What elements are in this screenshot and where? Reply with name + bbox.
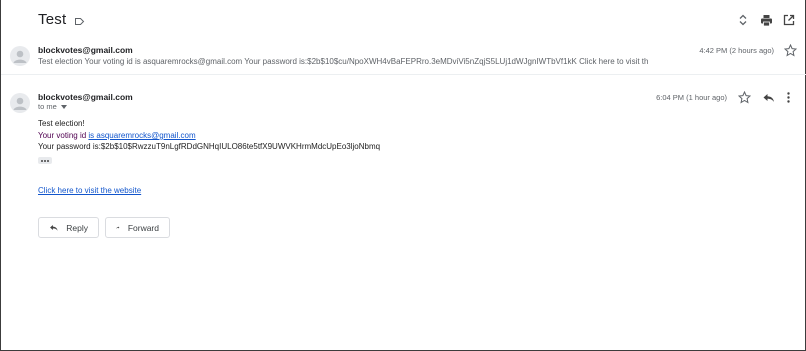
voting-id-label: Your voting id (38, 131, 89, 140)
subject-row: Test (38, 11, 85, 28)
sender-name: blockvotes@gmail.com (38, 45, 133, 55)
open-in-new-window-icon[interactable] (781, 12, 797, 28)
reply-icon (50, 225, 58, 231)
forward-label: Forward (127, 222, 159, 233)
more-options-icon[interactable] (782, 91, 795, 104)
body-line-voting-id: Your voting id is asquaremrocks@gmail.co… (38, 131, 196, 140)
reply-icon[interactable] (762, 91, 775, 104)
show-trimmed-content-button[interactable] (38, 157, 52, 164)
chevron-down-icon[interactable] (60, 104, 67, 109)
reply-label: Reply (66, 222, 88, 233)
star-icon[interactable] (783, 43, 798, 57)
dot (41, 159, 43, 162)
message-snippet: Test election Your voting id is asquarem… (38, 57, 648, 66)
message-time: 6:04 PM (1 hour ago) (656, 93, 727, 102)
forward-button[interactable]: Forward (105, 217, 170, 238)
recipient-label: to me (38, 102, 57, 111)
dot (47, 159, 49, 162)
body-line-password: Your password is:$2b$10$RwzzuT9nLgfRDdGN… (38, 142, 381, 151)
print-icon[interactable] (758, 12, 774, 28)
email-viewer: Test blockvotes@gmail.com Test election … (0, 0, 806, 351)
avatar (10, 46, 30, 66)
body-line-link: Click here to visit the website (38, 186, 141, 195)
message-time: 4:42 PM (2 hours ago) (699, 46, 774, 55)
voting-id-email-link[interactable]: is asquaremrocks@gmail.com (88, 131, 195, 140)
recipient-details[interactable]: to me (38, 102, 67, 111)
reply-button[interactable]: Reply (38, 217, 99, 238)
collapsed-message[interactable]: blockvotes@gmail.com Test election Your … (1, 38, 806, 75)
sender-name: blockvotes@gmail.com (38, 92, 133, 102)
expand-collapse-icon[interactable] (735, 12, 751, 28)
email-subject: Test (38, 11, 67, 28)
star-icon[interactable] (737, 90, 752, 104)
visit-website-link[interactable]: Click here to visit the website (38, 186, 141, 195)
label-tag-icon[interactable] (74, 14, 85, 25)
dot (44, 159, 46, 162)
thread-toolbar (735, 12, 797, 28)
forward-icon (116, 226, 120, 229)
avatar (10, 93, 30, 113)
body-line-title: Test election! (38, 119, 85, 128)
